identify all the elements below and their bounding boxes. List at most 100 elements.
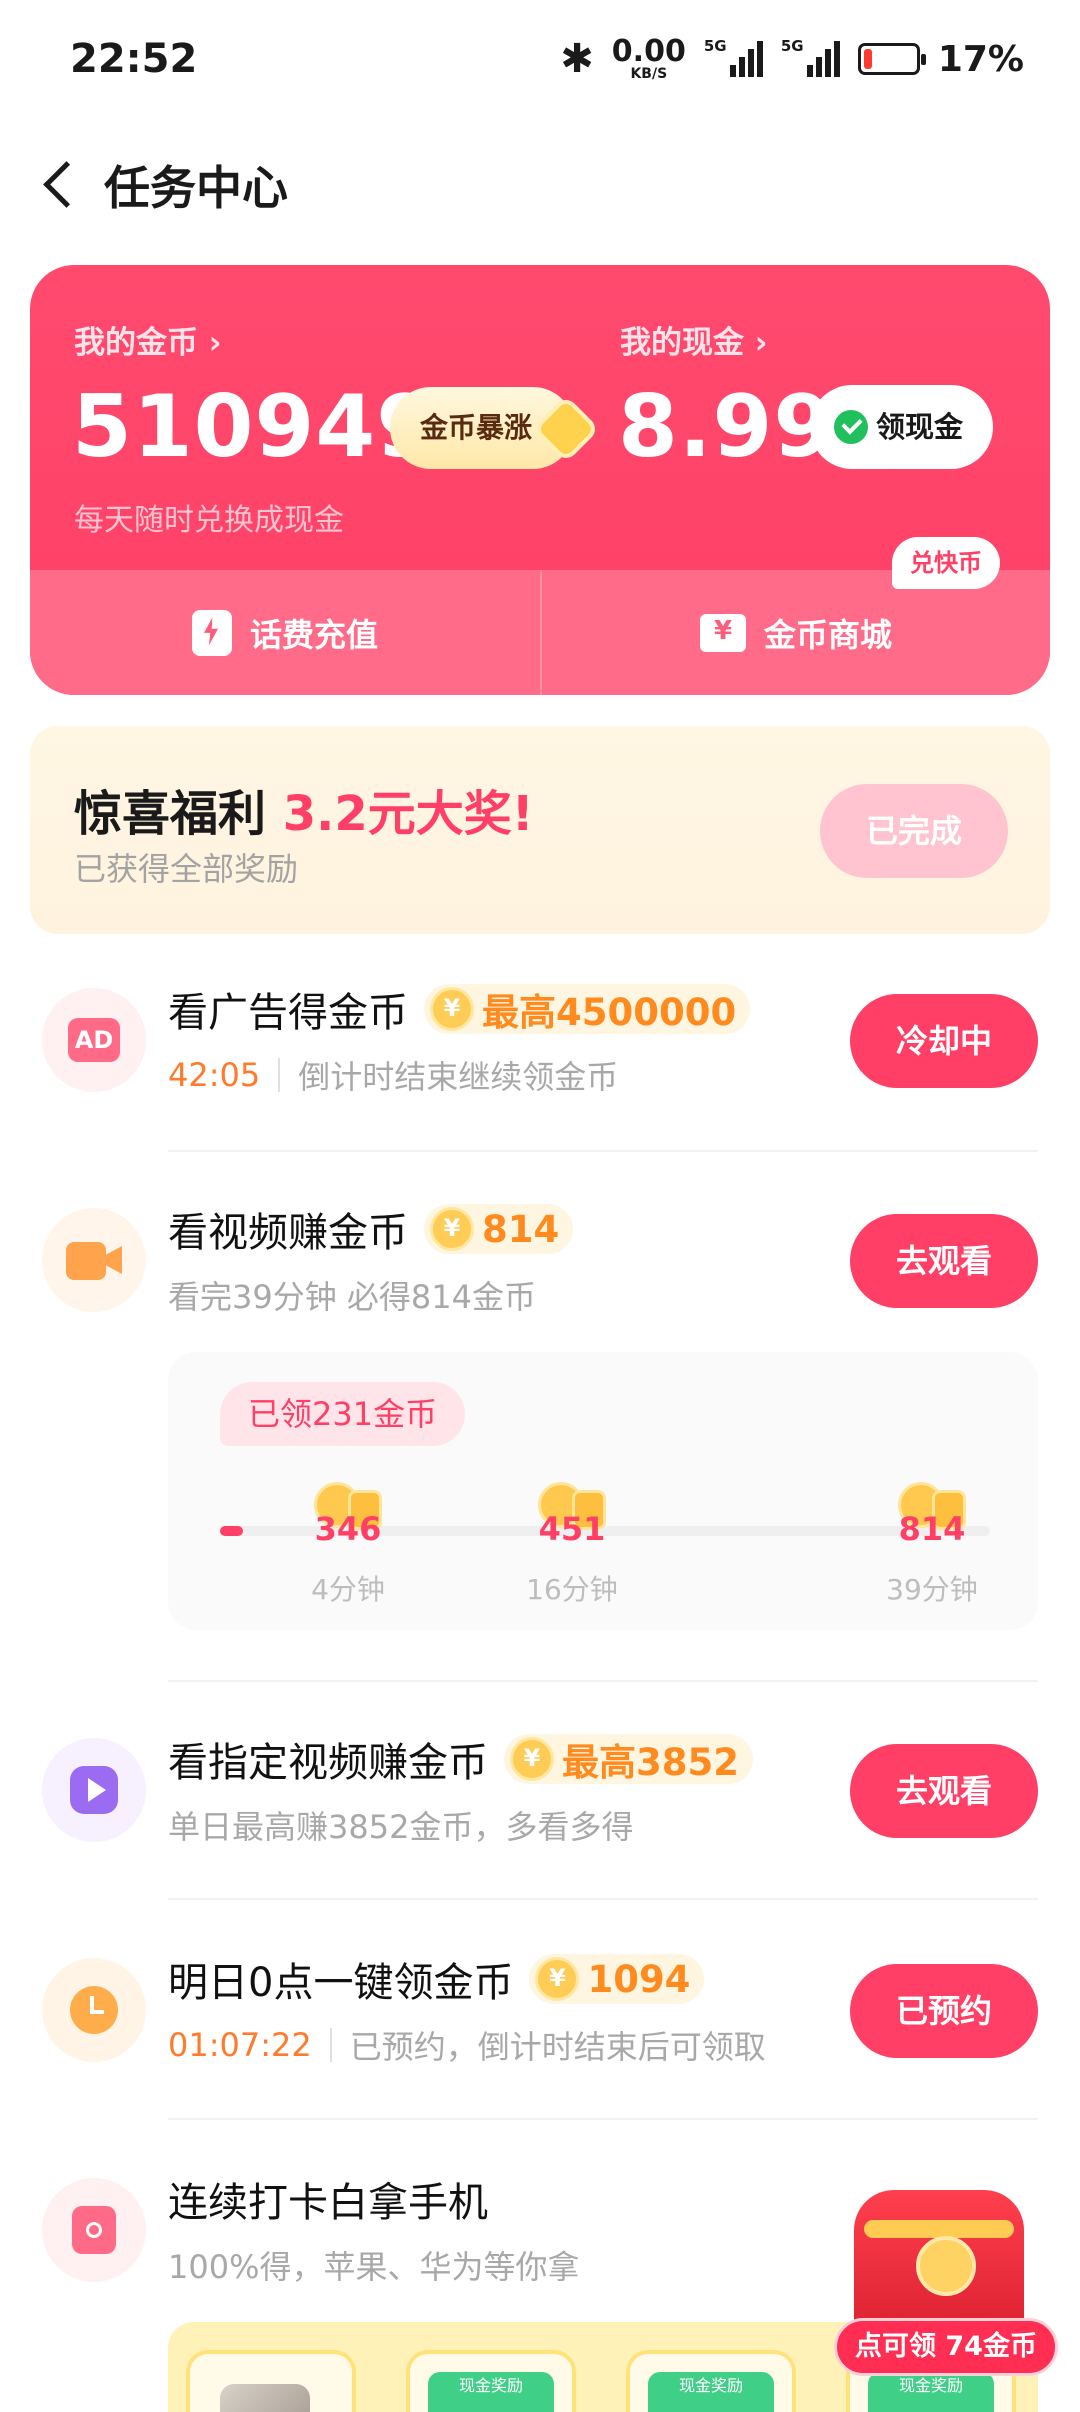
- milestone-time: 4分钟: [311, 1573, 385, 1606]
- play-icon: [42, 1738, 146, 1842]
- page-header: 任务中心: [0, 140, 1080, 240]
- coins-boost-button[interactable]: 金币暴涨: [390, 387, 575, 469]
- reward-card[interactable]: 现金奖励: [406, 2350, 576, 2412]
- divider: [168, 2118, 1038, 2120]
- reward-chip: 最高3852: [504, 1734, 753, 1784]
- floating-red-packet[interactable]: 点可领 74金币: [834, 2180, 1058, 2390]
- status-icons: ✱ 0.00 KB/S 5G 5G 17%: [560, 36, 1024, 82]
- task-desc: 看完39分钟 必得814金币: [168, 1272, 536, 1318]
- claim-cash-label: 领现金: [876, 410, 964, 444]
- claim-cash-button[interactable]: 领现金: [810, 385, 994, 469]
- milestone-value: 451: [538, 1510, 606, 1548]
- countdown: 01:07:22: [168, 2026, 312, 2064]
- milestone-time: 39分钟: [886, 1573, 978, 1606]
- task-title-text: 看广告得金币: [168, 990, 408, 1036]
- video-camera-icon: [42, 1208, 146, 1312]
- task-desc-text: 单日最高赚3852金币，多看多得: [168, 1808, 634, 1846]
- task-title-text: 看指定视频赚金币: [168, 1740, 488, 1786]
- task-title-text: 明日0点一键领金币: [168, 1960, 514, 2006]
- surprise-subtitle: 已获得全部奖励: [74, 850, 299, 888]
- reward-card[interactable]: 现金奖励: [626, 2350, 796, 2412]
- milestone: 451 16分钟: [512, 1480, 632, 1614]
- task-desc-text: 倒计时结束继续领金币: [298, 1058, 619, 1096]
- coin-icon: [510, 1737, 554, 1781]
- watch-button[interactable]: 去观看: [850, 1214, 1038, 1308]
- task-desc-text: 已预约，倒计时结束后可领取: [349, 2028, 766, 2066]
- reward-value: 1094: [587, 1957, 691, 2001]
- network-speed: 0.00 KB/S: [611, 34, 686, 82]
- signal-label: 5G: [703, 37, 727, 55]
- mall-badge: 兑快币: [892, 537, 1000, 589]
- status-time: 22:52: [70, 36, 198, 82]
- watch-button[interactable]: 去观看: [850, 1744, 1038, 1838]
- back-arrow-icon[interactable]: [28, 150, 98, 220]
- surprise-title-prefix: 惊喜福利: [74, 786, 283, 842]
- reward-value: 814: [482, 1207, 560, 1251]
- reward-chip: 1094: [529, 1954, 705, 2004]
- coin-mall-label: 金币商城: [763, 615, 892, 654]
- task-title: 看指定视频赚金币 最高3852: [168, 1730, 753, 1788]
- cash-reward-label: 现金奖励: [428, 2372, 554, 2412]
- task-tomorrow-claim: 明日0点一键领金币 1094 01:07:22 已预约，倒计时结束后可领取 已预…: [30, 1950, 1050, 2090]
- clock-icon: [42, 1958, 146, 2062]
- task-watch-ads: 看广告得金币 最高4500000 42:05 倒计时结束继续领金币 冷却中: [30, 980, 1050, 1140]
- lightning-icon: [191, 609, 232, 656]
- earned-badge: 已领231金币: [220, 1382, 466, 1446]
- phone-recharge-label: 话费充值: [249, 615, 378, 654]
- phone-recharge-button[interactable]: 话费充值: [30, 570, 540, 695]
- phone-box-icon: [42, 2178, 146, 2282]
- phone-image: [220, 2384, 310, 2412]
- reward-value: 最高3852: [562, 1741, 739, 1784]
- wallet-subtitle: 每天随时兑换成现金: [74, 503, 344, 538]
- task-title-text: 连续打卡白拿手机: [168, 2180, 488, 2226]
- milestone-time: 16分钟: [526, 1573, 618, 1606]
- my-coins-link[interactable]: 我的金币 ›: [74, 317, 222, 362]
- surprise-title-highlight: 3.2元大奖!: [282, 786, 534, 842]
- reward-card[interactable]: [186, 2350, 356, 2412]
- bluetooth-icon: ✱: [560, 36, 594, 82]
- task-title: 明日0点一键领金币 1094: [168, 1950, 705, 2008]
- separator: [278, 1058, 281, 1092]
- battery-fill: [863, 49, 873, 69]
- surprise-title: 惊喜福利 3.2元大奖!: [74, 774, 534, 844]
- battery-icon: [857, 43, 926, 75]
- status-bar: 22:52 ✱ 0.00 KB/S 5G 5G 17%: [0, 0, 1080, 120]
- coin-icon: [430, 1207, 474, 1251]
- task-desc-text: 看完39分钟 必得814金币: [168, 1278, 536, 1316]
- task-watch-video: 看视频赚金币 814 看完39分钟 必得814金币 去观看: [30, 1200, 1050, 1340]
- reserved-button[interactable]: 已预约: [850, 1964, 1038, 2058]
- progress-fill: [220, 1526, 244, 1536]
- my-cash-link[interactable]: 我的现金 ›: [620, 317, 768, 362]
- ticket-icon: [699, 613, 746, 652]
- wallet-card: 我的金币 › 510949 金币暴涨 我的现金 › 8.99 领现金 每天随时兑…: [30, 265, 1050, 695]
- divider: [168, 1680, 1038, 1682]
- task-desc-text: 100%得，苹果、华为等你拿: [168, 2248, 580, 2286]
- wechat-icon: [834, 410, 868, 444]
- reward-chip: 最高4500000: [424, 984, 751, 1034]
- surprise-bonus-card: 惊喜福利 3.2元大奖! 已获得全部奖励 已完成: [30, 726, 1050, 934]
- divider: [168, 1150, 1038, 1152]
- completed-button[interactable]: 已完成: [820, 784, 1008, 878]
- milestone: 814 39分钟: [872, 1480, 992, 1614]
- cash-balance: 8.99: [618, 377, 835, 477]
- task-designated-video: 看指定视频赚金币 最高3852 单日最高赚3852金币，多看多得 去观看: [30, 1730, 1050, 1870]
- cooling-button[interactable]: 冷却中: [850, 994, 1038, 1088]
- network-speed-value: 0.00: [611, 34, 686, 69]
- coin-icon: [430, 987, 474, 1031]
- floating-claim-label: 点可领 74金币: [834, 2318, 1058, 2376]
- milestone-value: 814: [898, 1510, 966, 1548]
- task-desc: 01:07:22 已预约，倒计时结束后可领取: [168, 2022, 766, 2068]
- task-desc: 42:05 倒计时结束继续领金币: [168, 1052, 618, 1098]
- coin-icon: [535, 1957, 580, 2001]
- reward-chip: 814: [424, 1204, 574, 1254]
- signal-label-2: 5G: [780, 37, 804, 55]
- task-title: 看视频赚金币 814: [168, 1200, 574, 1258]
- network-speed-unit: KB/S: [630, 66, 668, 82]
- separator: [329, 2028, 332, 2062]
- milestone-value: 346: [314, 1510, 382, 1548]
- task-desc: 100%得，苹果、华为等你拿: [168, 2242, 580, 2288]
- battery-percent: 17%: [937, 38, 1024, 80]
- task-title: 连续打卡白拿手机: [168, 2170, 488, 2228]
- reward-value: 最高4500000: [482, 991, 737, 1034]
- milestone: 346 4分钟: [288, 1480, 408, 1614]
